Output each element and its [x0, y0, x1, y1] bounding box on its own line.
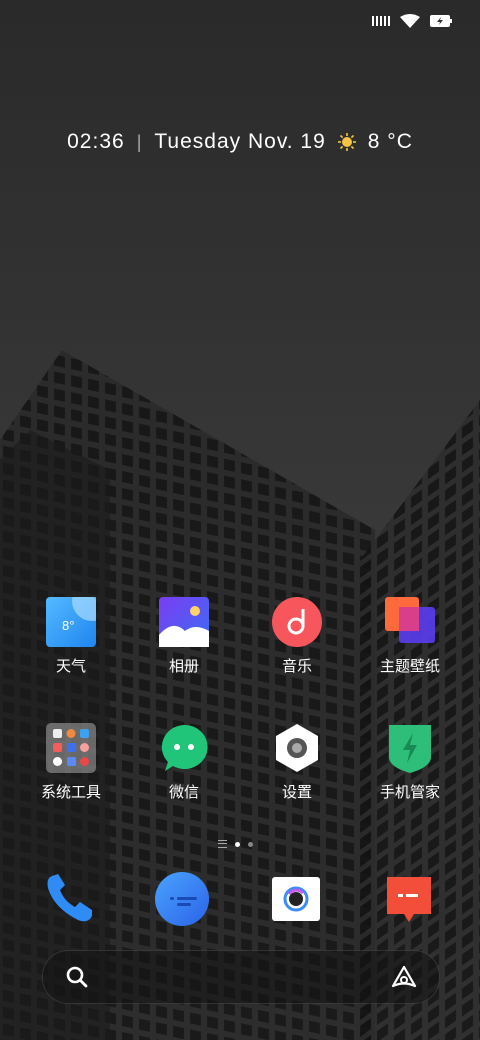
menu-icon — [218, 840, 227, 848]
themes-app-icon — [385, 597, 435, 643]
app-label: 相册 — [168, 658, 199, 675]
dock-camera[interactable] — [246, 872, 346, 926]
gallery-app-icon — [159, 597, 209, 647]
app-wechat[interactable]: 微信 — [134, 723, 234, 802]
assistant-icon[interactable] — [391, 965, 417, 989]
battery-charging-icon — [430, 15, 452, 27]
search-bar[interactable] — [42, 950, 440, 1004]
wifi-icon — [400, 14, 420, 28]
music-app-icon — [272, 597, 322, 647]
sun-icon — [337, 133, 356, 151]
app-weather[interactable]: 8° 天气 — [21, 597, 121, 676]
weather-app-icon: 8° — [46, 597, 96, 647]
page-dot — [248, 841, 253, 847]
date-text: Tuesday Nov. 19 — [154, 130, 326, 153]
dock-messages[interactable] — [132, 872, 232, 926]
messages-app-icon — [155, 872, 209, 926]
browser-app-icon — [387, 877, 431, 922]
app-themes[interactable]: 主题壁纸 — [360, 597, 460, 676]
camera-app-icon — [272, 877, 320, 921]
signal-icon — [372, 16, 390, 26]
phone-manager-app-icon — [389, 725, 431, 773]
page-dot-active — [235, 841, 240, 847]
app-music[interactable]: 音乐 — [247, 597, 347, 676]
app-label: 天气 — [55, 658, 86, 675]
app-gallery[interactable]: 相册 — [134, 597, 234, 676]
dock-phone[interactable] — [19, 872, 119, 926]
status-bar — [372, 12, 452, 30]
page-indicator[interactable] — [218, 840, 253, 848]
phone-app-icon — [47, 874, 92, 922]
clock-weather-widget[interactable]: 02:36 | Tuesday Nov. 19 8 °C — [0, 130, 480, 154]
app-phone-manager[interactable]: 手机管家 — [360, 723, 460, 802]
search-icon[interactable] — [65, 965, 89, 989]
app-label: 微信 — [168, 784, 199, 801]
wechat-app-icon — [161, 724, 208, 771]
separator: | — [136, 131, 143, 152]
app-system-tools-folder[interactable]: 系统工具 — [21, 723, 121, 802]
app-label: 音乐 — [281, 658, 312, 675]
app-label: 设置 — [281, 784, 312, 801]
app-label: 主题壁纸 — [379, 658, 440, 675]
system-tools-folder-icon — [46, 723, 96, 773]
weather-badge: 8° — [62, 618, 74, 633]
app-label: 手机管家 — [379, 784, 440, 801]
app-settings[interactable]: 设置 — [247, 723, 347, 802]
time-text: 02:36 — [67, 130, 125, 153]
app-label: 系统工具 — [40, 784, 101, 801]
temperature-text: 8 °C — [367, 130, 413, 153]
dock-browser[interactable] — [359, 872, 459, 926]
settings-app-icon — [276, 724, 318, 772]
